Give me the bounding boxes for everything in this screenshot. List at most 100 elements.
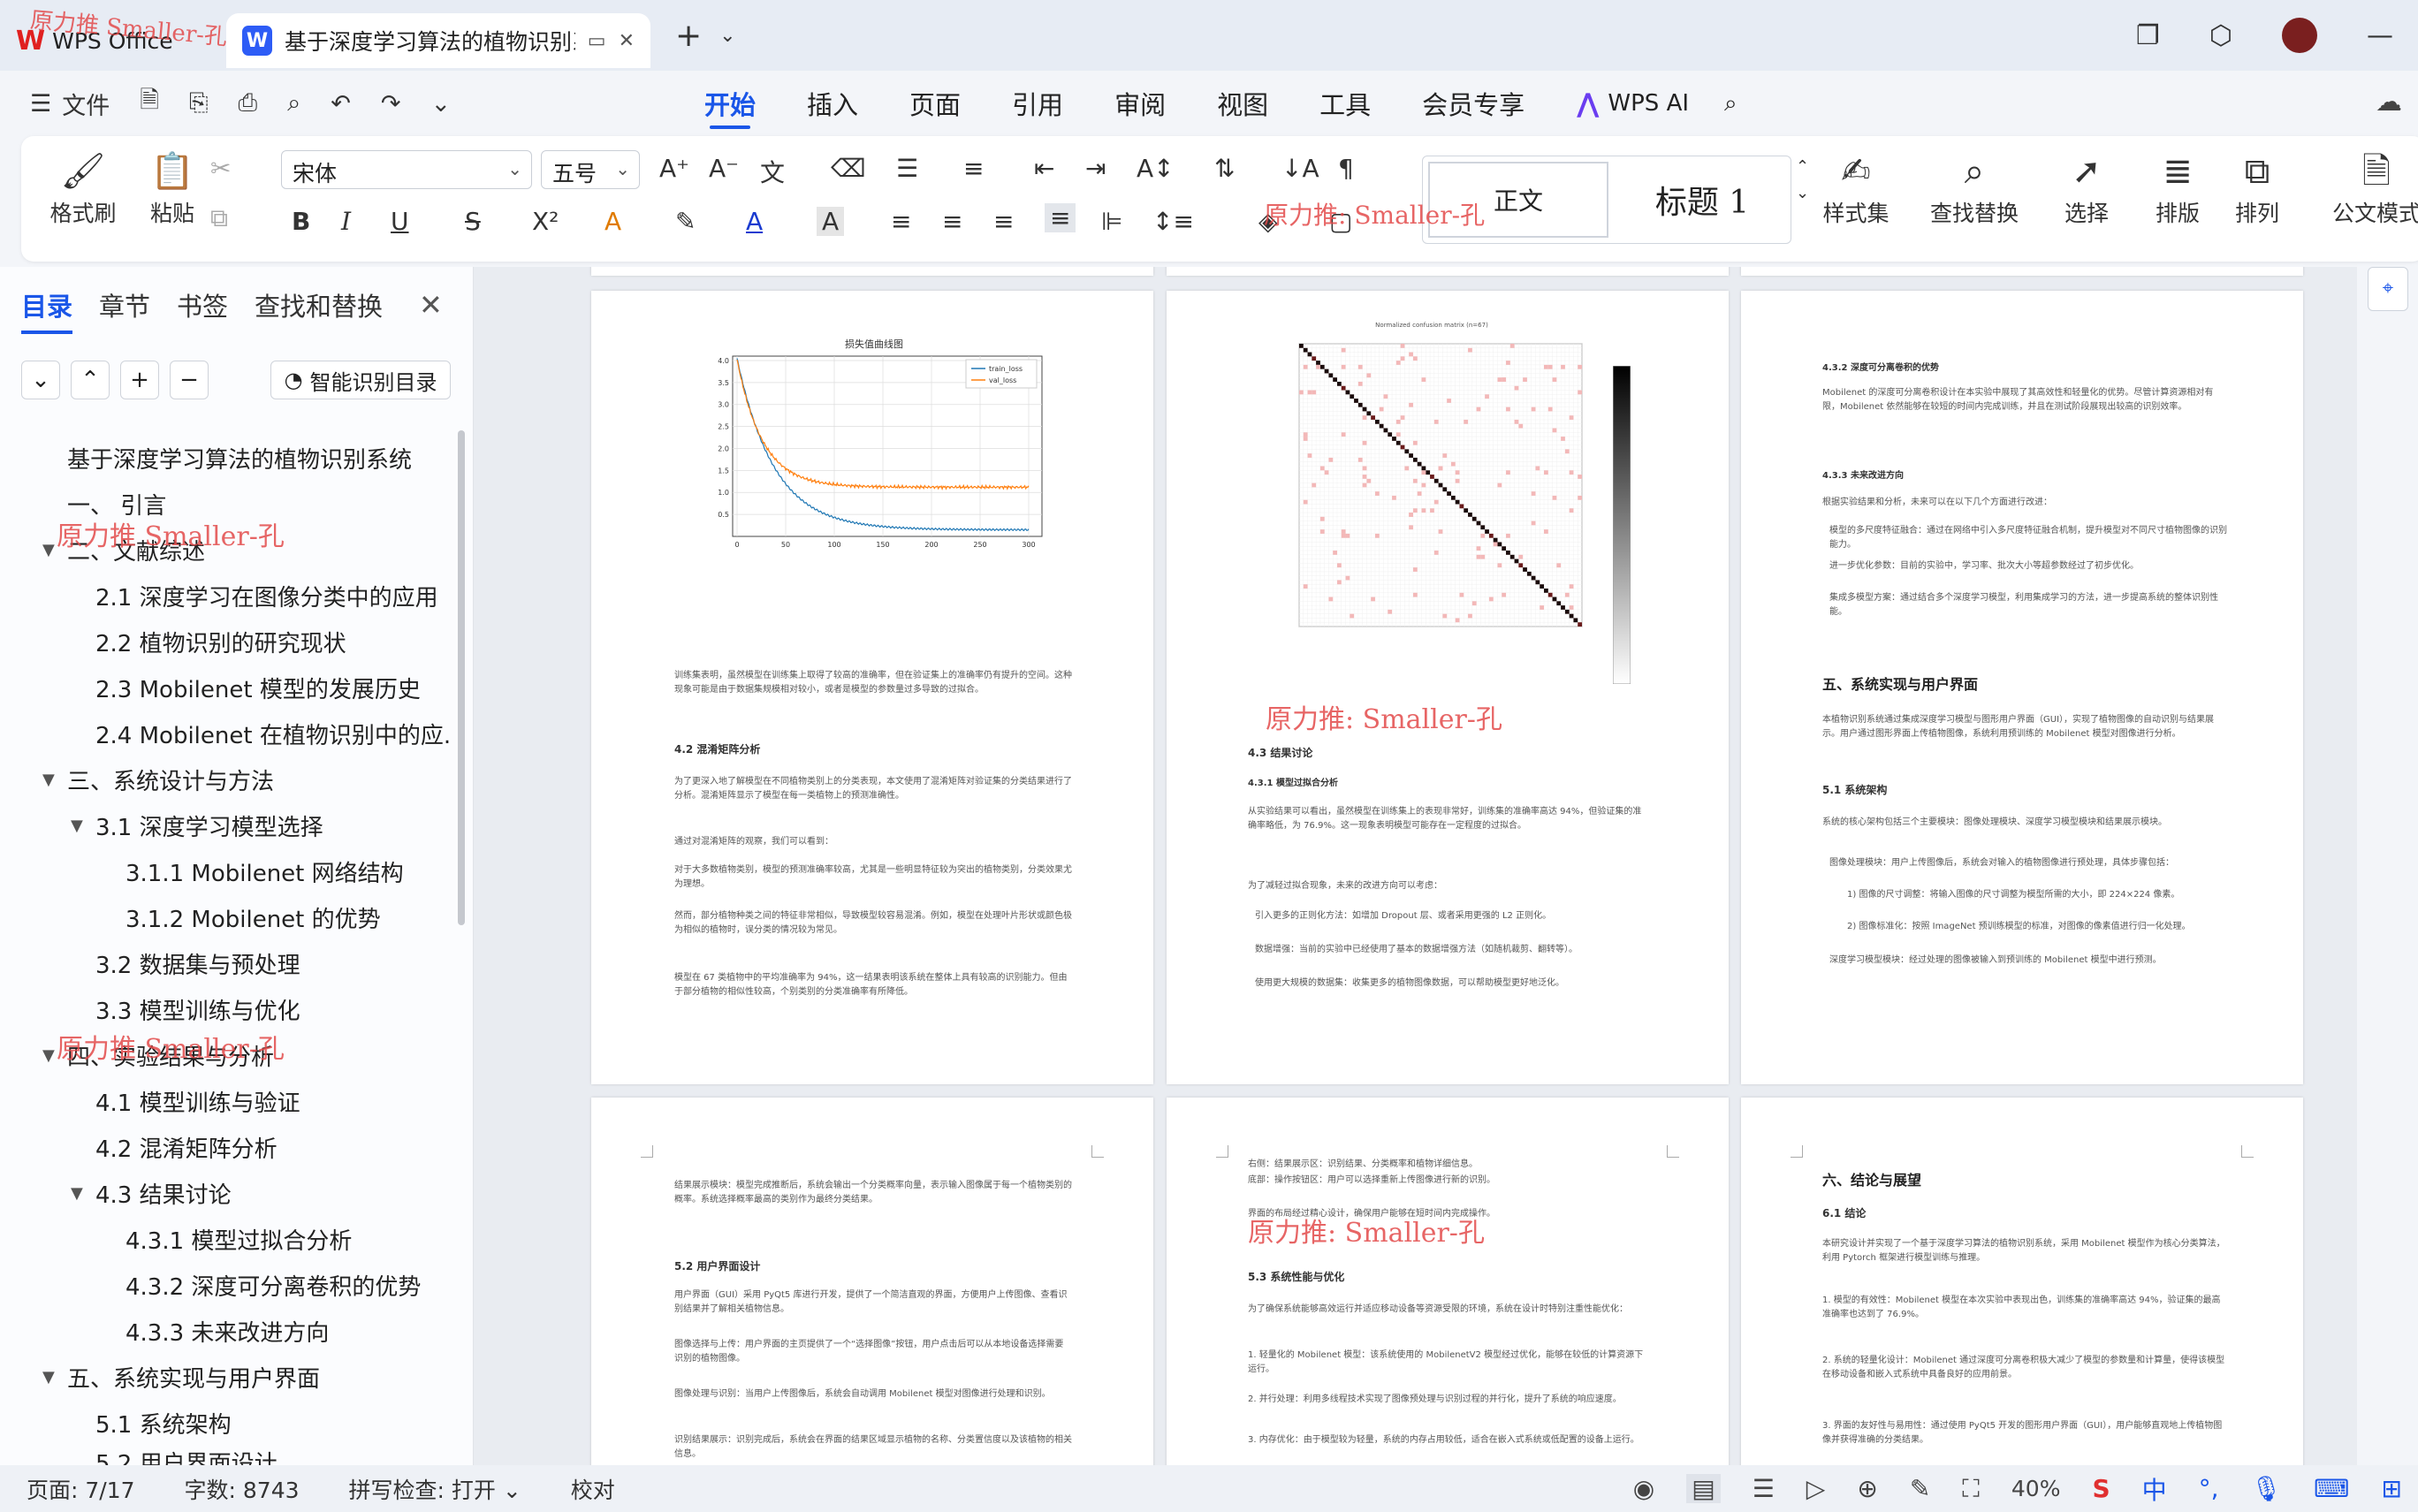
expand-arrow-icon[interactable]: ▼ [42, 771, 55, 789]
highlight-icon[interactable]: ✎ [675, 207, 696, 236]
microphone-icon[interactable]: 🎙 [2251, 1474, 2283, 1503]
increase-indent-icon[interactable]: ⇥ [1085, 154, 1106, 183]
chevron-down-icon[interactable]: ⌄ [719, 25, 735, 47]
collapse-all-button[interactable]: ⌄ [21, 361, 60, 399]
toc-item[interactable]: 2.4 Mobilenet 在植物识别中的应... [0, 710, 451, 756]
print-icon[interactable]: ⎙ [239, 89, 258, 118]
toc-item[interactable]: ▼ 3.1 深度学习模型选择 [0, 802, 451, 848]
layout-button[interactable]: ≣ 排版 [2142, 147, 2213, 228]
save-icon[interactable]: 🗎 [140, 83, 159, 124]
word-count[interactable]: 字数: 8743 [185, 1473, 300, 1505]
toc-item[interactable]: 3.2 数据集与预处理 [0, 940, 451, 986]
toc-item[interactable]: 5.1 系统架构 [0, 1400, 451, 1446]
style-heading-1[interactable]: 标题 1 [1614, 156, 1791, 243]
expand-up-button[interactable]: ⌃ [71, 361, 110, 399]
tab-chapters[interactable]: 章节 [99, 286, 150, 334]
cut-icon[interactable]: ✂ [210, 154, 231, 183]
fit-screen-icon[interactable]: ⛶ [1962, 1474, 1980, 1504]
tab-reference[interactable]: 引用 [1012, 71, 1063, 136]
official-mode-button[interactable]: 🗎 公文模式 [2328, 147, 2418, 228]
format-painter-button[interactable]: 🖌 格式刷 [48, 147, 118, 228]
grow-font-icon[interactable]: A⁺ [659, 154, 689, 183]
redo-icon[interactable]: ↷ [381, 90, 401, 118]
toc-item[interactable]: 4.1 模型训练与验证 [0, 1078, 451, 1124]
align-right-icon[interactable]: ≡ [993, 207, 1014, 236]
sogou-ime-icon[interactable]: S [2092, 1474, 2110, 1503]
tab-toc[interactable]: 目录 [21, 286, 73, 334]
wps-ai-button[interactable]: ⋀ WPS AI [1577, 88, 1689, 119]
tab-review[interactable]: 审阅 [1114, 71, 1166, 136]
proofread-button[interactable]: 校对 [571, 1473, 615, 1505]
gallery-up-icon[interactable]: ⌃ [1796, 157, 1809, 176]
tab-find-replace[interactable]: 查找和替换 [255, 286, 383, 334]
expand-arrow-icon[interactable]: ▼ [42, 1368, 55, 1387]
page-indicator[interactable]: 页面: 7/17 [27, 1473, 135, 1505]
avatar[interactable] [2282, 18, 2317, 53]
italic-icon[interactable]: I [341, 207, 351, 236]
clear-format-icon[interactable]: ⌫ [831, 154, 866, 183]
expand-arrow-icon[interactable]: ▼ [42, 1046, 55, 1065]
tab-bookmarks[interactable]: 书签 [177, 286, 228, 334]
close-icon[interactable]: ✕ [419, 288, 443, 322]
tab-tools[interactable]: 工具 [1319, 71, 1371, 136]
document-canvas[interactable]: 损失值曲线图 0.5 1.0 1.5 2.0 2.5 3.0 3.5 4.0 0 50 100 150… [475, 267, 2357, 1465]
remove-heading-button[interactable]: − [170, 361, 209, 399]
toc-item[interactable]: 3.3 模型训练与优化 [0, 986, 451, 1032]
print-preview-icon[interactable]: ⌕ [287, 89, 300, 118]
file-menu[interactable]: 文件 [62, 87, 110, 121]
document-page[interactable]: 损失值曲线图 0.5 1.0 1.5 2.0 2.5 3.0 3.5 4.0 0 50 100 150… [591, 291, 1153, 1084]
tab-home[interactable]: 开始 [704, 71, 756, 136]
close-tab-icon[interactable]: ✕ [619, 30, 635, 52]
select-button[interactable]: ➚ 选择 [2047, 147, 2126, 228]
web-view-icon[interactable]: ⊕ [1857, 1474, 1877, 1503]
location-pin-icon[interactable]: ⌖ [2368, 267, 2408, 311]
document-page[interactable]: 4.3.2 深度可分离卷积的优势 Mobilenet 的深度可分离卷积设计在本实… [1741, 291, 2303, 1084]
tab-page[interactable]: 页面 [909, 71, 961, 136]
toc-item[interactable]: 2.3 Mobilenet 模型的发展历史 [0, 665, 451, 710]
toc-item[interactable]: 2.2 植物识别的研究现状 [0, 619, 451, 665]
sort-az-icon[interactable]: ↓A [1281, 154, 1319, 183]
paste-button[interactable]: 📋 粘贴 [134, 147, 210, 228]
expand-arrow-icon[interactable]: ▼ [42, 541, 55, 559]
bold-icon[interactable]: B [292, 207, 310, 236]
cube-icon[interactable]: ⬡ [2209, 20, 2232, 51]
cloud-upload-icon[interactable]: ☁ [2376, 87, 2402, 118]
tab-view[interactable]: 视图 [1217, 71, 1268, 136]
page-view-icon[interactable]: ▤ [1686, 1474, 1721, 1503]
punctuation-icon[interactable]: °, [2199, 1474, 2219, 1503]
pinyin-icon[interactable]: 文 [760, 154, 785, 189]
numbered-list-icon[interactable]: ≡ [963, 154, 984, 183]
toc-item[interactable]: 基于深度学习算法的植物识别系统 [0, 435, 451, 481]
style-set-button[interactable]: ✍ 样式集 [1812, 147, 1900, 228]
toc-item[interactable]: 2.1 深度学习在图像分类中的应用 [0, 573, 451, 619]
toolbox-icon[interactable]: ⊞ [2382, 1474, 2402, 1503]
toc-item[interactable]: 4.3.3 未来改进方向 [0, 1308, 451, 1354]
screen-icon[interactable]: ▭ [588, 30, 606, 52]
font-family-select[interactable]: 宋体 ⌄ [281, 150, 532, 189]
spell-check-toggle[interactable]: 拼写检查: 打开 ⌄ [349, 1473, 521, 1505]
gallery-down-icon[interactable]: ⌄ [1796, 184, 1809, 202]
document-page[interactable]: 结果展示模块：模型完成推断后，系统会输出一个分类概率向量，表示输入图像属于每一个… [591, 1098, 1153, 1465]
underline-icon[interactable]: U [391, 207, 409, 236]
line-spacing-icon[interactable]: ↕≡ [1152, 207, 1194, 236]
shrink-font-icon[interactable]: A⁻ [709, 154, 739, 183]
toc-item[interactable]: ▼ 4.3 结果讨论 [0, 1170, 451, 1216]
bullet-list-icon[interactable]: ☰ [896, 154, 918, 183]
document-tab[interactable]: W 基于深度学习算法的植物识别系 ▭ ✕ [226, 13, 650, 68]
justify-icon[interactable]: ≡ [1045, 203, 1076, 232]
more-chevron-icon[interactable]: ⌄ [431, 90, 452, 118]
sort-icon[interactable]: ⇅ [1214, 154, 1235, 183]
char-shading-icon[interactable]: A [817, 207, 845, 236]
eye-protection-icon[interactable]: ◉ [1633, 1474, 1654, 1503]
copy-icon[interactable]: ⧉ [210, 203, 228, 233]
strikethrough-icon[interactable]: S [465, 207, 481, 236]
pen-icon[interactable]: ✎ [1910, 1474, 1930, 1503]
tab-member[interactable]: 会员专享 [1422, 71, 1525, 136]
keyboard-icon[interactable]: ⌨ [2314, 1474, 2349, 1503]
nav-scrollbar[interactable] [458, 430, 465, 925]
toc-item[interactable]: ▼ 三、系统设计与方法 [0, 756, 451, 802]
superscript-icon[interactable]: X² [532, 207, 559, 236]
export-icon[interactable]: ⎘ [189, 89, 209, 118]
find-replace-button[interactable]: ⌕ 查找替换 [1912, 147, 2036, 228]
ime-mode[interactable]: 中 [2142, 1471, 2167, 1507]
